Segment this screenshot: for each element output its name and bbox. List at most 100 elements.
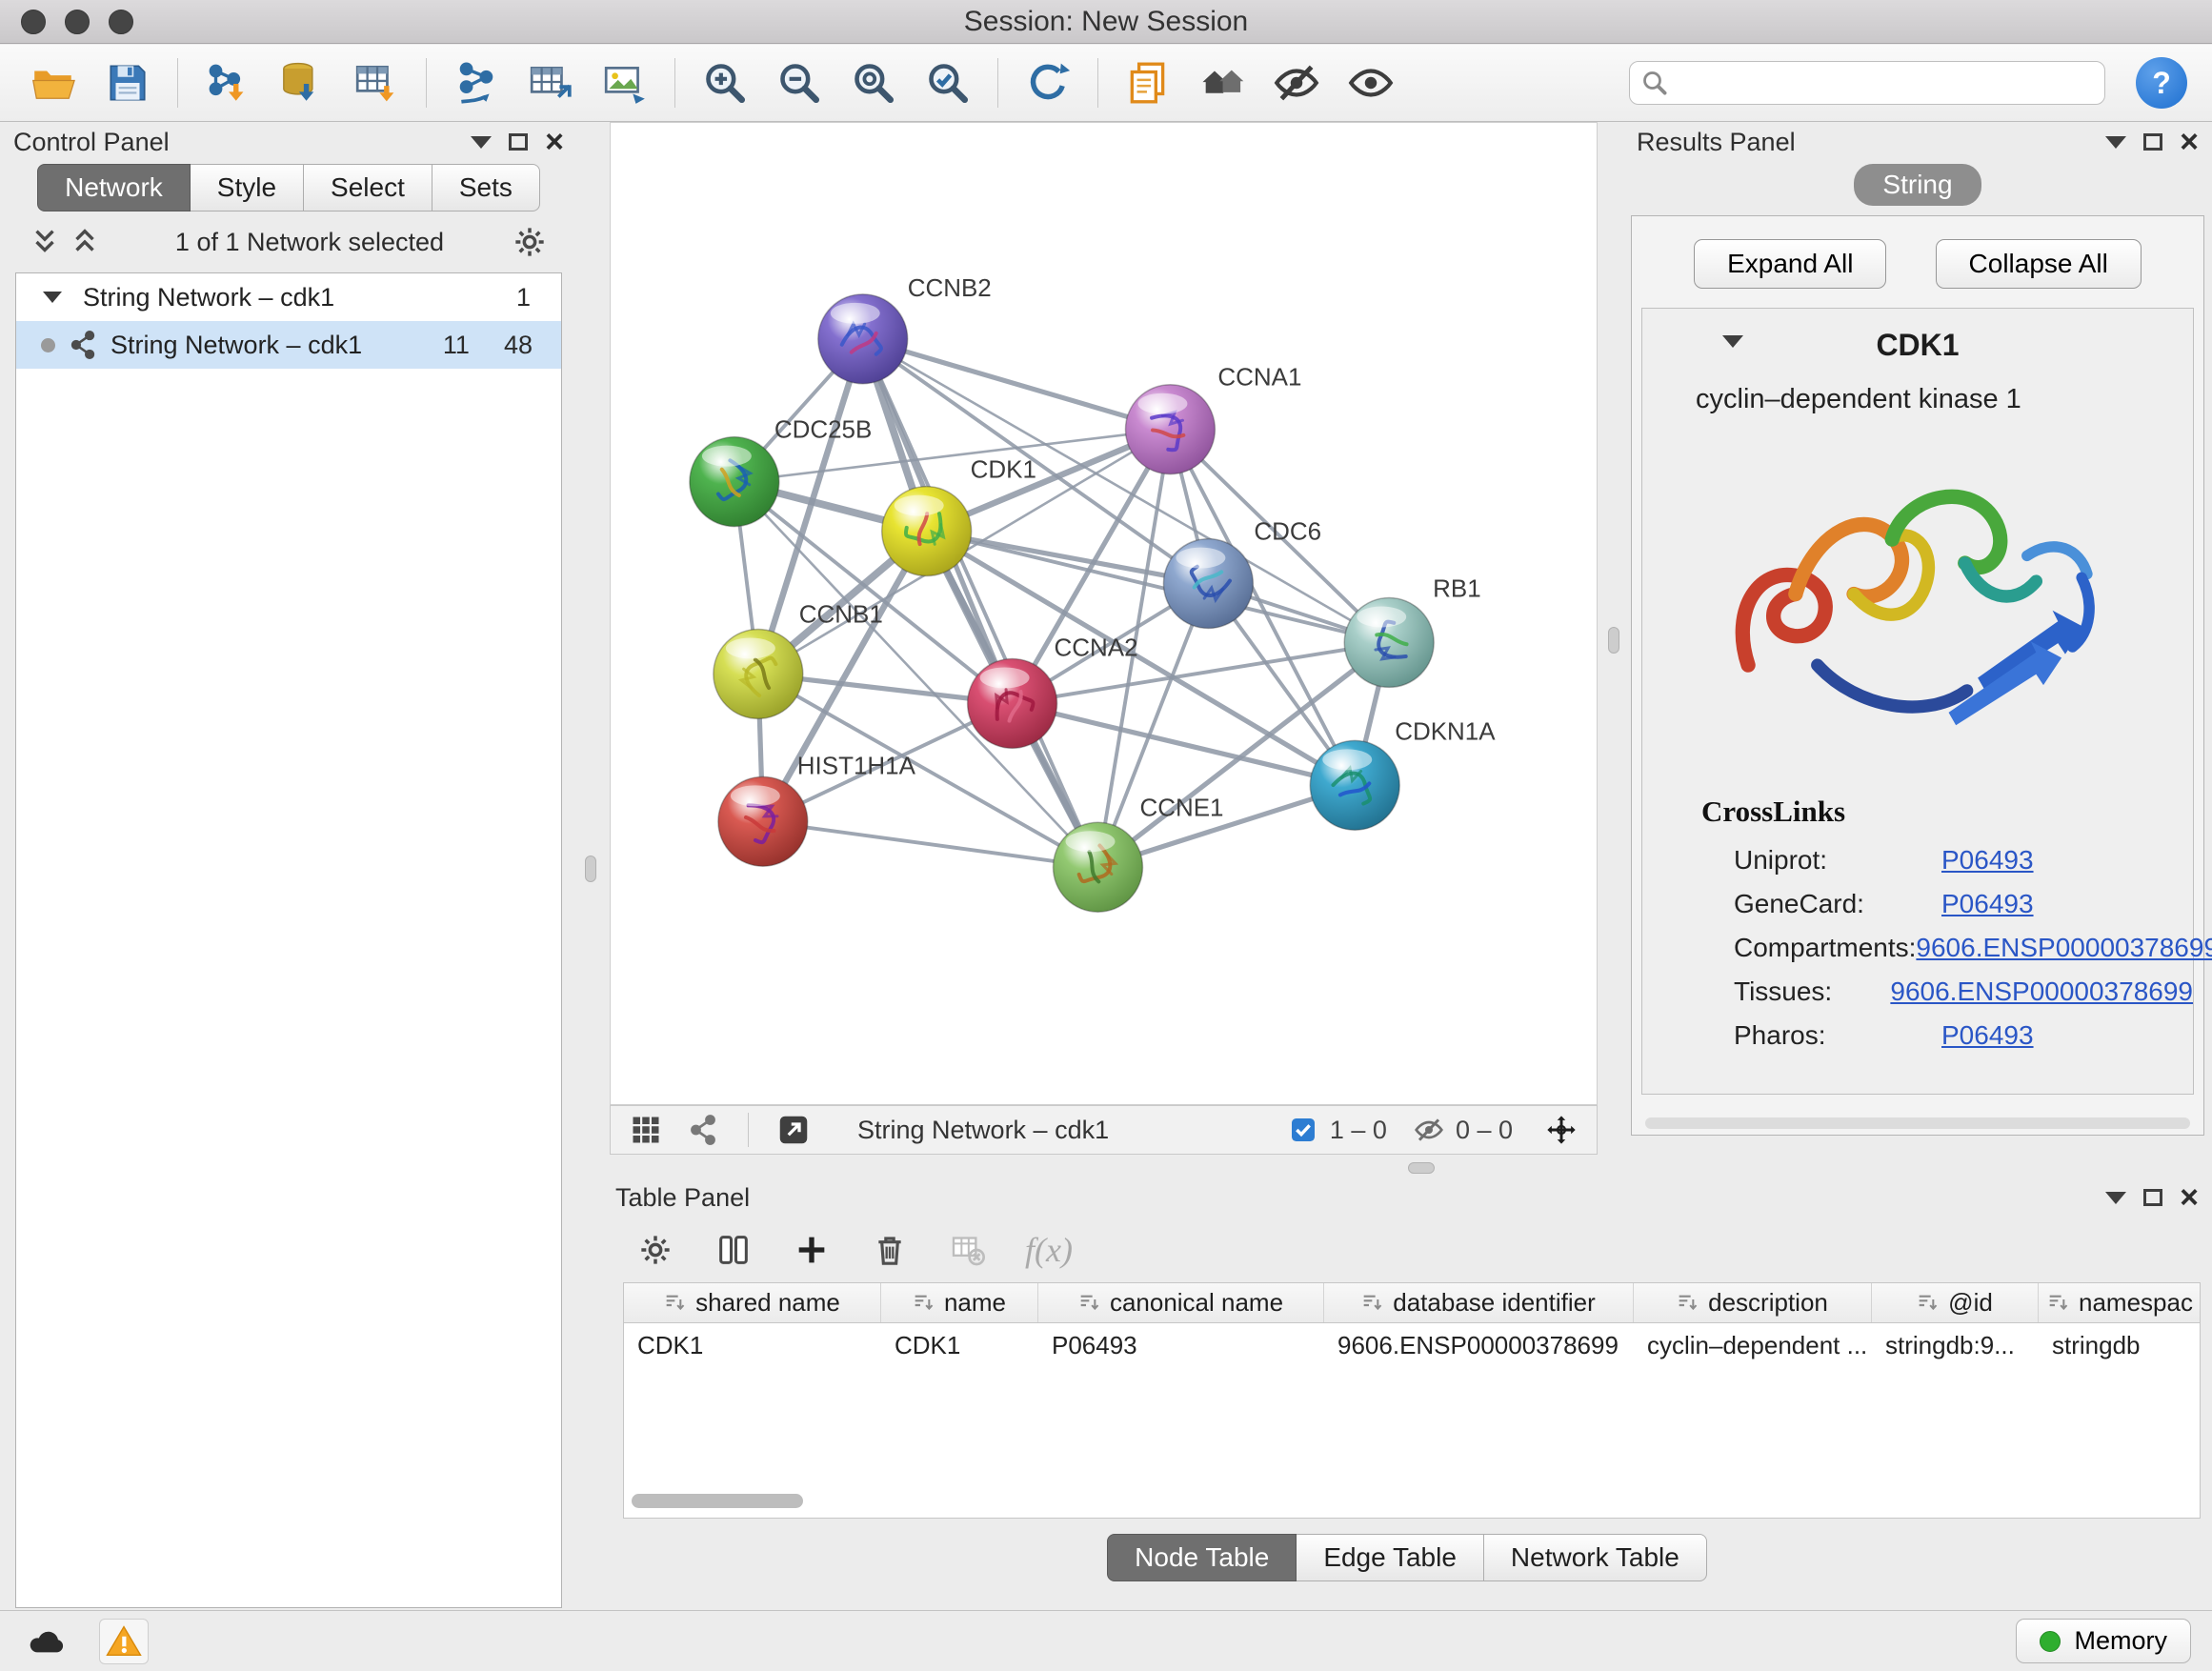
export-image-button[interactable] bbox=[591, 51, 659, 114]
delete-column-button[interactable] bbox=[869, 1229, 911, 1271]
warnings-button[interactable] bbox=[99, 1619, 149, 1664]
birdseye-view-button[interactable] bbox=[624, 1109, 668, 1151]
table-horizontal-scrollbar[interactable] bbox=[632, 1494, 803, 1508]
help-button[interactable]: ? bbox=[2136, 57, 2187, 109]
show-panels-button[interactable] bbox=[1188, 51, 1257, 114]
cloud-status-button[interactable] bbox=[21, 1619, 70, 1664]
zoom-in-button[interactable] bbox=[691, 51, 759, 114]
collection-expand-icon[interactable] bbox=[43, 292, 62, 303]
network-node-cdc25b[interactable] bbox=[690, 437, 779, 527]
network-node-ccna1[interactable] bbox=[1125, 385, 1215, 474]
string-tab-badge[interactable]: String bbox=[1854, 164, 1981, 206]
zoom-window-button[interactable] bbox=[109, 10, 133, 34]
network-collection-row[interactable]: String Network – cdk1 1 bbox=[16, 273, 561, 321]
network-canvas[interactable]: CCNB2CCNA1CDC25BCDK1CDC6RB1CCNB1CCNA2CDK… bbox=[610, 122, 1598, 1105]
show-details-button[interactable] bbox=[1337, 51, 1405, 114]
zoom-out-button[interactable] bbox=[765, 51, 834, 114]
open-session-button[interactable] bbox=[19, 51, 88, 114]
import-table-file-button[interactable] bbox=[342, 51, 411, 114]
hide-details-button[interactable] bbox=[1262, 51, 1331, 114]
close-window-button[interactable] bbox=[21, 10, 46, 34]
panel-menu-icon[interactable] bbox=[471, 136, 492, 149]
column-header-shared-name[interactable]: shared name bbox=[624, 1283, 881, 1322]
save-session-button[interactable] bbox=[93, 51, 162, 114]
tab-network[interactable]: Network bbox=[37, 164, 191, 211]
column-header-namespace[interactable]: namespac bbox=[2039, 1283, 2201, 1322]
column-header-canonical-name[interactable]: canonical name bbox=[1038, 1283, 1324, 1322]
network-node-cdc6[interactable] bbox=[1163, 539, 1253, 629]
network-node-ccne1[interactable] bbox=[1054, 822, 1143, 912]
crosslink-link[interactable]: 9606.ENSP00000378699 bbox=[1890, 976, 2193, 1007]
tab-network-table[interactable]: Network Table bbox=[1484, 1534, 1707, 1581]
network-type-button[interactable] bbox=[681, 1109, 725, 1151]
toolbar-separator bbox=[997, 58, 998, 108]
panel-menu-icon[interactable] bbox=[2105, 136, 2126, 149]
tab-sets[interactable]: Sets bbox=[432, 164, 540, 211]
network-options-gear-icon[interactable] bbox=[511, 223, 549, 261]
network-graph[interactable]: CCNB2CCNA1CDC25BCDK1CDC6RB1CCNB1CCNA2CDK… bbox=[611, 123, 1597, 1104]
zoom-fit-button[interactable] bbox=[839, 51, 908, 114]
collapse-all-icon[interactable] bbox=[29, 226, 61, 258]
splitter-handle[interactable] bbox=[1408, 1162, 1435, 1174]
section-collapse-icon[interactable] bbox=[1722, 335, 1743, 348]
column-header-database-identifier[interactable]: database identifier bbox=[1324, 1283, 1634, 1322]
column-header-id[interactable]: @id bbox=[1872, 1283, 2039, 1322]
network-node-ccnb1[interactable] bbox=[714, 629, 803, 718]
network-row-selected[interactable]: String Network – cdk1 11 48 bbox=[16, 321, 561, 369]
crosslink-link[interactable]: P06493 bbox=[1941, 845, 2034, 876]
delete-table-button[interactable] bbox=[947, 1229, 989, 1271]
column-header-description[interactable]: description bbox=[1634, 1283, 1872, 1322]
zoom-selected-button[interactable] bbox=[914, 51, 982, 114]
splitter-handle[interactable] bbox=[585, 856, 596, 882]
collapse-all-button[interactable]: Collapse All bbox=[1936, 239, 2142, 289]
panel-menu-icon[interactable] bbox=[2105, 1192, 2126, 1204]
splitter-handle[interactable] bbox=[1608, 627, 1619, 654]
panel-close-icon[interactable]: × bbox=[545, 126, 564, 158]
memory-button[interactable]: Memory bbox=[2016, 1619, 2191, 1663]
panel-close-icon[interactable]: × bbox=[2180, 1181, 2199, 1214]
network-node-ccnb2[interactable] bbox=[818, 294, 908, 384]
network-edge[interactable] bbox=[863, 339, 1171, 430]
refresh-view-button[interactable] bbox=[1014, 51, 1082, 114]
add-column-button[interactable] bbox=[791, 1229, 833, 1271]
network-node-rb1[interactable] bbox=[1344, 598, 1434, 688]
new-network-button[interactable] bbox=[442, 51, 511, 114]
tab-select[interactable]: Select bbox=[304, 164, 432, 211]
network-edge[interactable] bbox=[763, 821, 1098, 867]
copy-button[interactable] bbox=[1114, 51, 1182, 114]
fit-center-button[interactable] bbox=[1539, 1109, 1583, 1151]
panel-float-icon[interactable] bbox=[509, 133, 528, 151]
import-network-database-button[interactable] bbox=[268, 51, 336, 114]
panel-float-icon[interactable] bbox=[2143, 133, 2162, 151]
network-node-hist1h1a[interactable] bbox=[718, 776, 808, 866]
panel-close-icon[interactable]: × bbox=[2180, 126, 2199, 158]
protein-section-header[interactable]: CDK1 bbox=[1642, 320, 2193, 371]
import-network-file-button[interactable] bbox=[193, 51, 262, 114]
selected-checkbox-icon[interactable] bbox=[1288, 1115, 1318, 1145]
column-header-name[interactable]: name bbox=[881, 1283, 1038, 1322]
save-floppy-icon bbox=[104, 59, 151, 107]
network-node-cdkn1a[interactable] bbox=[1310, 740, 1399, 830]
expand-all-button[interactable]: Expand All bbox=[1694, 239, 1886, 289]
hidden-eye-slash-icon[interactable] bbox=[1414, 1115, 1444, 1145]
network-edge[interactable] bbox=[863, 339, 1098, 867]
crosslink-link[interactable]: 9606.ENSP00000378699 bbox=[1916, 933, 2212, 963]
network-node-ccna2[interactable] bbox=[968, 658, 1057, 748]
tab-edge-table[interactable]: Edge Table bbox=[1297, 1534, 1484, 1581]
crosslink-link[interactable]: P06493 bbox=[1941, 889, 2034, 919]
function-builder-button[interactable]: f(x) bbox=[1025, 1229, 1073, 1271]
crosslink-link[interactable]: P06493 bbox=[1941, 1020, 2034, 1051]
expand-all-icon[interactable] bbox=[69, 226, 101, 258]
tab-style[interactable]: Style bbox=[191, 164, 304, 211]
panel-float-icon[interactable] bbox=[2143, 1189, 2162, 1206]
show-columns-button[interactable] bbox=[713, 1229, 754, 1271]
new-table-button[interactable] bbox=[516, 51, 585, 114]
minimize-window-button[interactable] bbox=[65, 10, 90, 34]
search-input[interactable] bbox=[1629, 61, 2105, 105]
tab-node-table[interactable]: Node Table bbox=[1107, 1534, 1297, 1581]
table-settings-button[interactable] bbox=[634, 1229, 676, 1271]
results-horizontal-scrollbar[interactable] bbox=[1645, 1117, 2190, 1129]
network-node-cdk1[interactable] bbox=[882, 487, 972, 576]
table-row[interactable]: CDK1 CDK1 P06493 9606.ENSP00000378699 cy… bbox=[624, 1323, 2200, 1367]
export-network-view-button[interactable] bbox=[772, 1109, 815, 1151]
